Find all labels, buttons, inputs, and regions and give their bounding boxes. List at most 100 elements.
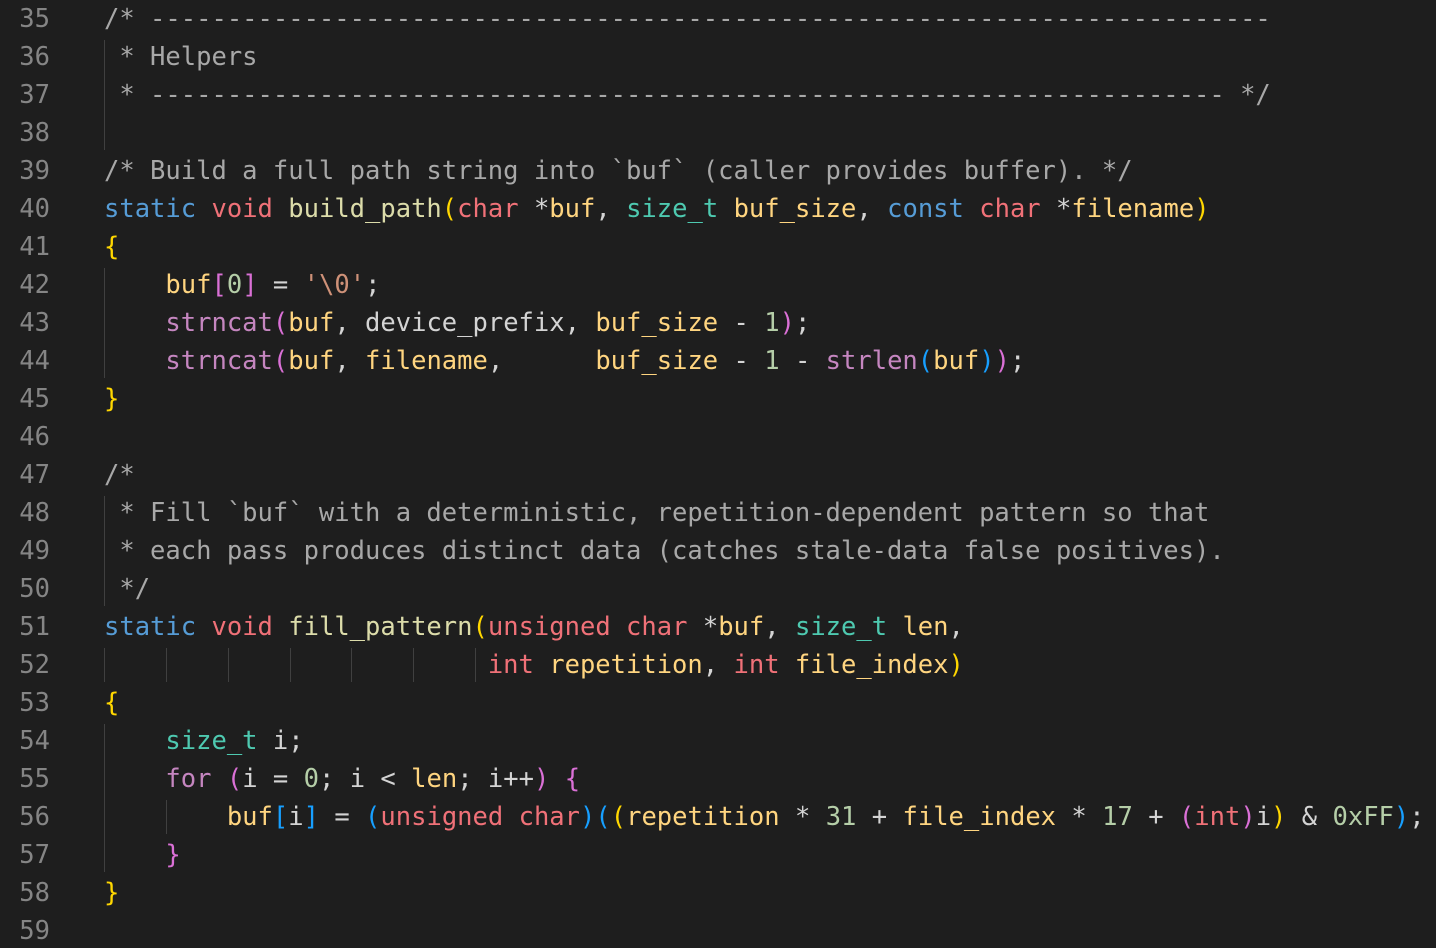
code-token: i	[288, 802, 304, 832]
code-token: 31	[825, 802, 857, 832]
line-number: 39	[19, 156, 50, 186]
code-editor[interactable]: 35 /* -----------------------------------…	[0, 0, 1436, 948]
code-token: )	[533, 764, 550, 794]
code-token: buf_size	[733, 194, 857, 224]
code-line[interactable]: 50 */	[0, 570, 1436, 608]
code-token: )	[1240, 802, 1256, 832]
line-number: 58	[19, 878, 50, 908]
code-line[interactable]: 57 }	[0, 836, 1436, 874]
code-line[interactable]: 51 static void fill_pattern(unsigned char…	[0, 608, 1436, 646]
code-token: ,	[764, 612, 795, 642]
line-number: 36	[19, 42, 50, 72]
line-number: 38	[19, 118, 50, 148]
line-code: strncat(buf, device_prefix, buf_size - 1…	[104, 304, 810, 342]
code-line[interactable]: 56 buf[i] = (unsigned char)((repetition …	[0, 798, 1436, 836]
code-line[interactable]: 58}	[0, 874, 1436, 912]
code-line[interactable]: 37 * -----------------------------------…	[0, 76, 1436, 114]
code-token: =	[334, 802, 350, 832]
code-token: buf	[288, 346, 335, 376]
indent-guide	[351, 648, 352, 682]
code-token: char	[979, 194, 1041, 224]
line-number: 40	[19, 194, 50, 224]
code-token: char	[626, 612, 688, 642]
code-token: ]	[242, 270, 258, 300]
code-token: static	[104, 612, 197, 642]
code-line[interactable]: 44 strncat(buf, filename, buf_size - 1 -…	[0, 342, 1436, 380]
line-number: 51	[19, 612, 50, 642]
code-token: int	[487, 650, 534, 680]
line-number: 47	[19, 460, 50, 490]
line-code: * --------------------------------------…	[104, 76, 1270, 114]
code-token: buf	[718, 612, 765, 642]
code-token: (	[272, 308, 289, 338]
code-token: <	[380, 764, 396, 794]
code-token: buf	[165, 270, 212, 300]
code-line[interactable]: 53 {	[0, 684, 1436, 722]
line-code: size_t i;	[104, 722, 303, 760]
code-line[interactable]: 47 /*	[0, 456, 1436, 494]
line-code: strncat(buf, filename, buf_size - 1 - st…	[104, 342, 1025, 380]
code-line[interactable]: 43 strncat(buf, device_prefix, buf_size …	[0, 304, 1436, 342]
code-token: len	[411, 764, 458, 794]
code-token: /* Build a full path string into `buf` (…	[104, 156, 1133, 186]
line-number: 42	[19, 270, 50, 300]
line-number: 49	[19, 536, 50, 566]
code-token: * Helpers	[104, 42, 258, 72]
line-code: * each pass produces distinct data (catc…	[104, 532, 1225, 570]
code-line[interactable]: 46	[0, 418, 1436, 456]
code-token: }	[104, 384, 120, 414]
line-number: 48	[19, 498, 50, 528]
line-code: buf[i] = (unsigned char)((repetition * 3…	[104, 798, 1425, 836]
code-token: }	[104, 878, 120, 908]
code-line[interactable]: 39 /* Build a full path string into `buf`…	[0, 152, 1436, 190]
code-token: 17	[1102, 802, 1133, 832]
code-token: ; i	[319, 764, 381, 794]
code-token: const	[887, 194, 964, 224]
code-token: 0	[226, 270, 243, 300]
code-token: 1	[764, 308, 780, 338]
code-token: file_index	[902, 802, 1057, 832]
line-number: 44	[19, 346, 50, 376]
code-line[interactable]: 52 int repetition, int file_index)	[0, 646, 1436, 684]
code-token: 0	[303, 764, 319, 794]
code-line[interactable]: 38	[0, 114, 1436, 152]
line-number: 52	[19, 650, 50, 680]
code-token: char	[457, 194, 519, 224]
line-number: 41	[19, 232, 50, 262]
indent-guide	[290, 648, 291, 682]
code-token: )	[948, 650, 964, 680]
code-line[interactable]: 40 static void build_path(char *buf, size…	[0, 190, 1436, 228]
code-line[interactable]: 41 {	[0, 228, 1436, 266]
indent-guide	[104, 496, 105, 606]
code-token: (	[365, 802, 381, 832]
indent-guide	[413, 648, 414, 682]
code-line[interactable]: 49 * each pass produces distinct data (c…	[0, 532, 1436, 570]
code-line[interactable]: 35 /* -----------------------------------…	[0, 0, 1436, 38]
code-token: }	[165, 840, 181, 870]
code-line[interactable]: 45}	[0, 380, 1436, 418]
line-number: 37	[19, 80, 50, 110]
code-line[interactable]: 42 buf[0] = '\0';	[0, 266, 1436, 304]
code-line[interactable]: 48 * Fill `buf` with a deterministic, re…	[0, 494, 1436, 532]
code-line[interactable]: 54 size_t i;	[0, 722, 1436, 760]
line-number: 57	[19, 840, 50, 870]
code-line[interactable]: 59	[0, 912, 1436, 948]
code-token: * each pass produces distinct data (catc…	[104, 536, 1225, 566]
code-line[interactable]: 55 for (i = 0; i < len; i++) {	[0, 760, 1436, 798]
line-code: static void build_path(char *buf, size_t…	[104, 190, 1210, 228]
code-line[interactable]: 36 * Helpers	[0, 38, 1436, 76]
code-token: strncat	[165, 346, 273, 376]
